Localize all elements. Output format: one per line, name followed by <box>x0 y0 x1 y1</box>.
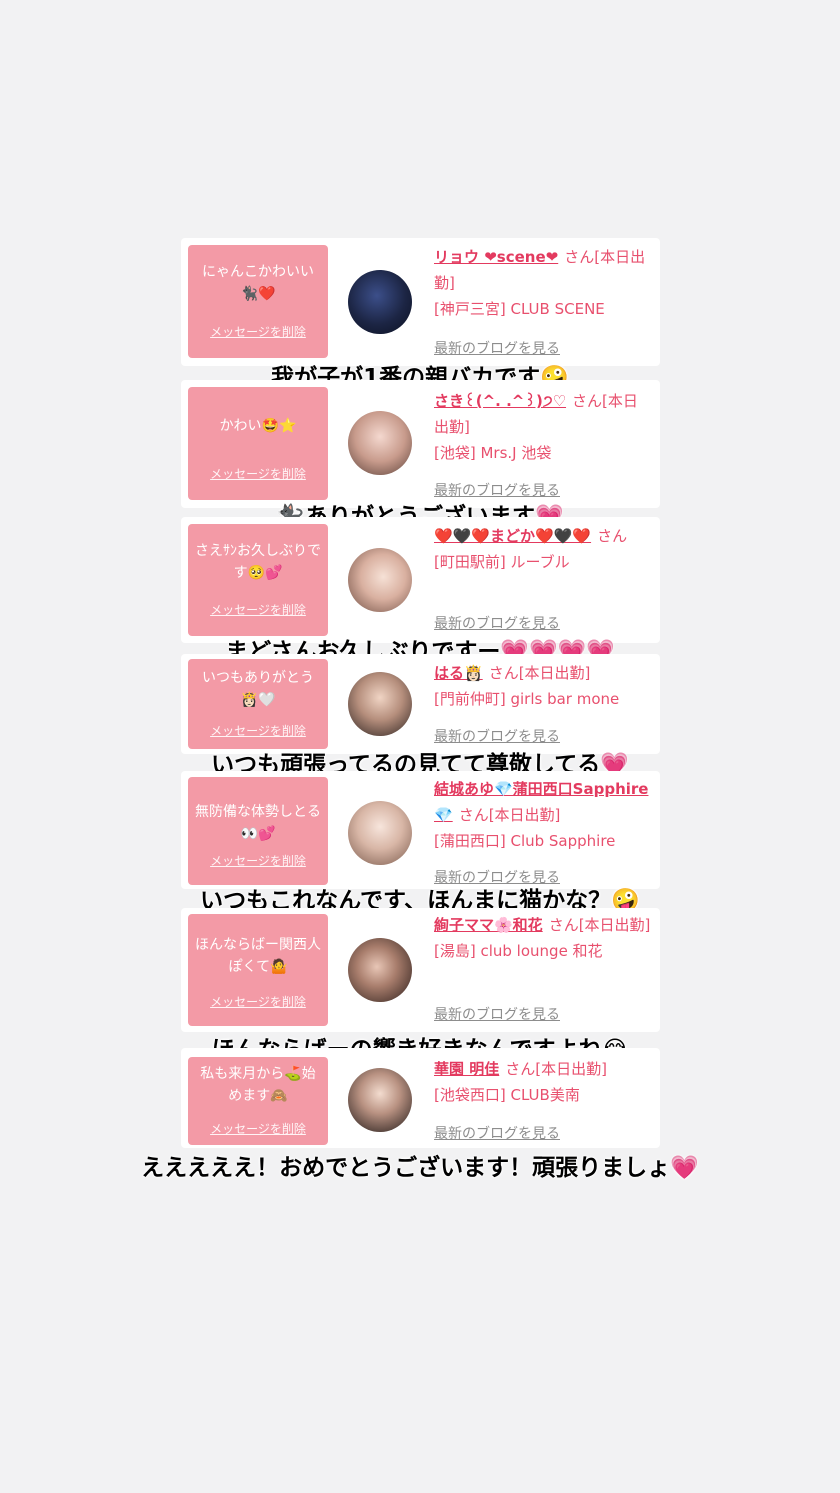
message-box: 私も来月から⛳️始めます🙈 メッセージを削除 <box>188 1057 328 1145</box>
message-box: いつもありがとう👸🏻🤍 メッセージを削除 <box>188 659 328 749</box>
message-box: にゃんこかわいい🐈‍⬛❤️ メッセージを削除 <box>188 245 328 358</box>
cast-name-link[interactable]: ❤️🖤❤️まどか❤️🖤❤️ <box>434 527 591 545</box>
message-text: 私も来月から⛳️始めます🙈 <box>200 1066 316 1104</box>
delete-message-link[interactable]: メッセージを削除 <box>188 465 328 482</box>
message-text: ほんならばー関西人ぽくて🤷 <box>195 937 321 975</box>
delete-message-link[interactable]: メッセージを削除 <box>188 1120 328 1137</box>
message-card: かわい🤩⭐️ メッセージを削除 さき꒰(^. .^꒱)੭♡ さん[本日出勤] [池… <box>181 380 660 508</box>
blog-link[interactable]: 最新のブログを見る <box>434 1123 560 1143</box>
cast-name-link[interactable]: 華園 明佳 <box>434 1060 499 1078</box>
message-text: 無防備な体勢しとる👀💕 <box>195 804 321 842</box>
message-card: ほんならばー関西人ぽくて🤷 メッセージを削除 絢子ママ🌸和花 さん[本日出勤] [… <box>181 908 660 1032</box>
message-text: さえｻﾝお久しぶりです🥺💕 <box>195 543 321 581</box>
message-card: にゃんこかわいい🐈‍⬛❤️ メッセージを削除 リョウ ❤scene❤ さん[本日出… <box>181 238 660 366</box>
shop-text: [蒲田西口] Club Sapphire <box>434 832 616 850</box>
status-text: さん <box>597 527 628 545</box>
message-card: いつもありがとう👸🏻🤍 メッセージを削除 はる👸🏻 さん[本日出勤] [門前仲町]… <box>181 654 660 754</box>
shop-text: [池袋] Mrs.J 池袋 <box>434 444 552 462</box>
shop-text: [門前仲町] girls bar mone <box>434 690 620 708</box>
cast-name-link[interactable]: さき꒰(^. .^꒱)੭♡ <box>434 392 566 410</box>
avatar[interactable] <box>348 548 412 612</box>
message-text: かわい🤩⭐️ <box>219 418 297 434</box>
message-text: いつもありがとう👸🏻🤍 <box>202 670 314 708</box>
shop-text: [湯島] club lounge 和花 <box>434 942 603 960</box>
avatar[interactable] <box>348 270 412 334</box>
delete-message-link[interactable]: メッセージを削除 <box>188 993 328 1010</box>
blog-link[interactable]: 最新のブログを見る <box>434 726 560 746</box>
status-text: さん[本日出勤] <box>458 806 561 824</box>
message-card: さえｻﾝお久しぶりです🥺💕 メッセージを削除 ❤️🖤❤️まどか❤️🖤❤️ さん [… <box>181 517 660 643</box>
delete-message-link[interactable]: メッセージを削除 <box>188 852 328 869</box>
shop-text: [町田駅前] ルーブル <box>434 553 570 571</box>
blog-link[interactable]: 最新のブログを見る <box>434 1004 560 1024</box>
status-text: さん[本日出勤] <box>505 1060 607 1078</box>
cast-name-link[interactable]: 絢子ママ🌸和花 <box>434 916 543 934</box>
delete-message-link[interactable]: メッセージを削除 <box>188 722 328 739</box>
delete-message-link[interactable]: メッセージを削除 <box>188 601 328 618</box>
delete-message-link[interactable]: メッセージを削除 <box>188 323 328 340</box>
avatar[interactable] <box>348 411 412 475</box>
cast-name-link[interactable]: リョウ ❤scene❤ <box>434 248 558 266</box>
status-text: さん[本日出勤] <box>548 916 651 934</box>
shop-text: [池袋西口] CLUB美南 <box>434 1086 580 1104</box>
message-box: ほんならばー関西人ぽくて🤷 メッセージを削除 <box>188 914 328 1026</box>
cast-name-link[interactable]: はる👸🏻 <box>434 664 483 682</box>
blog-link[interactable]: 最新のブログを見る <box>434 613 560 633</box>
message-box: さえｻﾝお久しぶりです🥺💕 メッセージを削除 <box>188 524 328 636</box>
status-text: さん[本日出勤] <box>488 664 591 682</box>
message-box: かわい🤩⭐️ メッセージを削除 <box>188 387 328 500</box>
avatar[interactable] <box>348 938 412 1002</box>
shop-text: [神戸三宮] CLUB SCENE <box>434 300 605 318</box>
avatar[interactable] <box>348 672 412 736</box>
avatar[interactable] <box>348 1068 412 1132</box>
avatar[interactable] <box>348 801 412 865</box>
message-text: にゃんこかわいい🐈‍⬛❤️ <box>202 264 314 302</box>
message-card: 無防備な体勢しとる👀💕 メッセージを削除 結城あゆ💎蒲田西口Sapphire💎 さ… <box>181 771 660 889</box>
message-box: 無防備な体勢しとる👀💕 メッセージを削除 <box>188 777 328 885</box>
message-card: 私も来月から⛳️始めます🙈 メッセージを削除 華園 明佳 さん[本日出勤] [池袋… <box>181 1048 660 1148</box>
story-caption: えええええ！おめでとうございます！頑張りましょ💗 <box>141 1155 699 1181</box>
blog-link[interactable]: 最新のブログを見る <box>434 338 560 358</box>
